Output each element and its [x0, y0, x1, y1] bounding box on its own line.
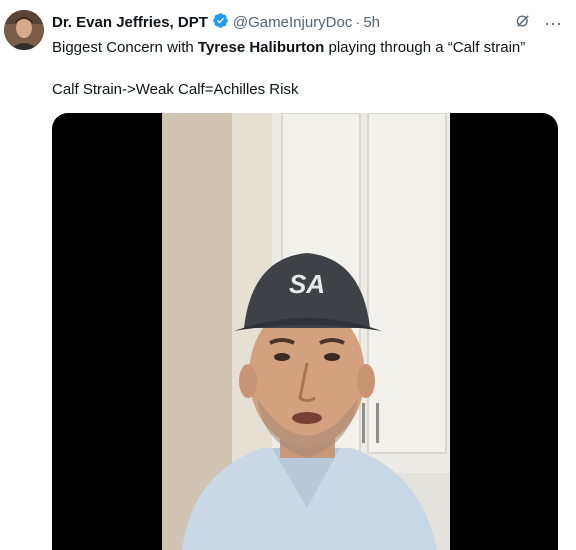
tweet-text-part: Biggest Concern with — [52, 39, 198, 56]
tweet-header: Dr. Evan Jeffries, DPT @GameInjuryDoc · … — [52, 12, 564, 32]
tweet-text-line-1: Biggest Concern with Tyrese Haliburton p… — [52, 38, 525, 58]
timestamp[interactable]: 5h — [363, 14, 380, 31]
video-frame: SA — [162, 113, 450, 550]
tweet-mention-bold: Tyrese Haliburton — [197, 39, 325, 56]
header-actions: ··· — [514, 12, 562, 34]
tweet-text-line-2: Calf Strain->Weak Calf=Achilles Risk — [52, 81, 299, 98]
avatar[interactable] — [4, 10, 44, 50]
verified-badge-icon — [208, 12, 233, 33]
author-display-name[interactable]: Dr. Evan Jeffries, DPT — [52, 14, 208, 31]
cap-logo: SA — [289, 269, 325, 299]
video-player[interactable]: SA — [52, 113, 558, 550]
grok-icon[interactable] — [514, 12, 532, 34]
more-icon[interactable]: ··· — [544, 14, 562, 32]
author-handle[interactable]: @GameInjuryDoc — [233, 14, 352, 31]
separator-dot: · — [355, 13, 361, 31]
tweet-text-part: playing through a “Calf strain” — [324, 39, 526, 56]
tweet[interactable]: Dr. Evan Jeffries, DPT @GameInjuryDoc · … — [0, 0, 576, 550]
